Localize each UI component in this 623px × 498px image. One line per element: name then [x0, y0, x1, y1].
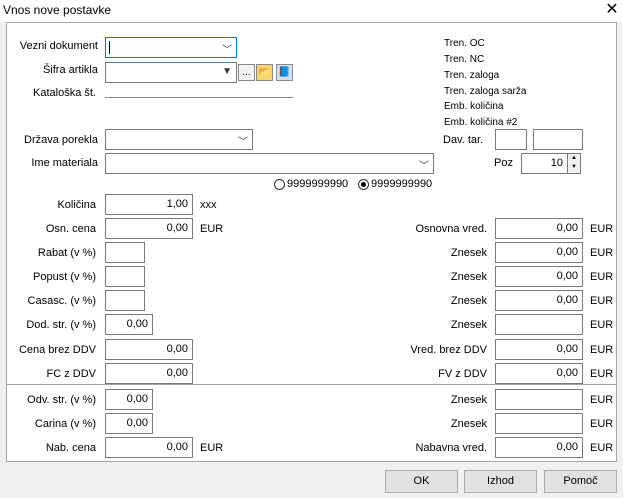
- popust-input[interactable]: [105, 266, 145, 287]
- osn-cena-input[interactable]: 0,00: [105, 218, 193, 239]
- osnovna-vred-label: Osnovna vred.: [415, 223, 487, 235]
- section-divider: [7, 384, 616, 385]
- nab-cena-unit: EUR: [200, 442, 224, 454]
- znesek-casasc-label: Znesek: [450, 295, 487, 307]
- znesek-dod-unit: EUR: [590, 319, 614, 331]
- znesek-carina-label: Znesek: [450, 418, 487, 430]
- znesek-odv-input[interactable]: [495, 389, 583, 410]
- close-icon[interactable]: ✕: [603, 1, 621, 19]
- tren-oc-label: Tren. OC: [444, 38, 485, 49]
- tren-nc-label: Tren. NC: [444, 54, 485, 65]
- poz-label: Poz: [494, 157, 513, 169]
- tren-zaloga-label: Tren. zaloga: [444, 70, 500, 81]
- window-title: Vnos nove postavke: [3, 3, 112, 17]
- vezni-dokument-combo[interactable]: ﹀: [105, 37, 237, 58]
- chevron-down-icon[interactable]: ﹀: [419, 157, 429, 172]
- tren-zaloga-sarza-label: Tren. zaloga sarža: [444, 86, 527, 97]
- izhod-button[interactable]: Izhod: [464, 470, 537, 493]
- vezni-dokument-label: Vezni dokument: [19, 40, 98, 52]
- radio-option-2-label: 9999999990: [371, 178, 433, 190]
- kolicina-unit: xxx: [200, 199, 217, 211]
- emb-kolicina2-label: Emb. količina #2: [444, 117, 518, 128]
- nabavna-vred-input[interactable]: 0,00: [495, 437, 583, 458]
- osnovna-vred-unit: EUR: [590, 223, 614, 235]
- znesek-rabat-unit: EUR: [590, 247, 614, 259]
- vred-brez-unit: EUR: [590, 344, 614, 356]
- osn-cena-unit: EUR: [200, 223, 224, 235]
- dav-tar-input-1[interactable]: [495, 129, 527, 150]
- open-folder-icon[interactable]: 📂: [256, 64, 273, 81]
- znesek-odv-label: Znesek: [450, 394, 487, 406]
- znesek-popust-label: Znesek: [450, 271, 487, 283]
- dav-tar-label: Dav. tar.: [443, 134, 484, 146]
- znesek-dod-label: Znesek: [450, 319, 487, 331]
- odv-str-label: Odv. str. (v %): [27, 394, 96, 406]
- sifra-artikla-label: Šifra artikla: [42, 64, 98, 76]
- znesek-carina-input[interactable]: [495, 413, 583, 434]
- drzava-label: Država porekla: [24, 134, 98, 146]
- chevron-down-icon[interactable]: ﹀: [238, 133, 248, 148]
- cena-brez-input[interactable]: 0,00: [105, 339, 193, 360]
- znesek-dod-input[interactable]: [495, 314, 583, 335]
- drzava-combo[interactable]: ﹀: [105, 129, 253, 150]
- dav-tar-input-2[interactable]: [533, 129, 583, 150]
- fv-label: FV z DDV: [438, 368, 487, 380]
- rabat-input[interactable]: [105, 242, 145, 263]
- ime-materiala-label: Ime materiala: [31, 157, 98, 169]
- fv-unit: EUR: [590, 368, 614, 380]
- kolicina-input[interactable]: 1,00: [105, 194, 193, 215]
- sifra-artikla-combo[interactable]: ▼: [105, 62, 237, 83]
- nab-cena-label: Nab. cena: [45, 442, 96, 454]
- znesek-odv-unit: EUR: [590, 394, 614, 406]
- osn-cena-label: Osn. cena: [45, 223, 96, 235]
- osnovna-vred-input[interactable]: 0,00: [495, 218, 583, 239]
- znesek-rabat-label: Znesek: [450, 247, 487, 259]
- emb-kolicina-label: Emb. količina: [444, 101, 504, 112]
- kataloska-field[interactable]: [105, 97, 293, 98]
- znesek-popust-unit: EUR: [590, 271, 614, 283]
- casasc-input[interactable]: [105, 290, 145, 311]
- znesek-carina-unit: EUR: [590, 418, 614, 430]
- kataloska-label: Kataloška št.: [33, 87, 96, 99]
- nabavna-vred-label: Nabavna vred.: [415, 442, 487, 454]
- znesek-rabat-input[interactable]: 0,00: [495, 242, 583, 263]
- radio-option-1[interactable]: [274, 179, 285, 190]
- radio-option-2[interactable]: [358, 179, 369, 190]
- znesek-casasc-unit: EUR: [590, 295, 614, 307]
- book-icon[interactable]: 📘: [276, 64, 293, 81]
- carina-input[interactable]: 0,00: [105, 413, 153, 434]
- carina-label: Carina (v %): [34, 418, 96, 430]
- popust-label: Popust (v %): [33, 271, 96, 283]
- dod-str-input[interactable]: 0,00: [105, 314, 153, 335]
- fv-input[interactable]: 0,00: [495, 363, 583, 384]
- nabavna-vred-unit: EUR: [590, 442, 614, 454]
- dropdown-arrow-icon[interactable]: ▼: [222, 66, 232, 77]
- znesek-popust-input[interactable]: 0,00: [495, 266, 583, 287]
- odv-str-input[interactable]: 0,00: [105, 389, 153, 410]
- chevron-down-icon[interactable]: ﹀: [222, 41, 232, 56]
- casasc-label: Casasc. (v %): [27, 295, 96, 307]
- fc-input[interactable]: 0,00: [105, 363, 193, 384]
- vred-brez-input[interactable]: 0,00: [495, 339, 583, 360]
- fc-label: FC z DDV: [46, 368, 97, 380]
- vred-brez-label: Vred. brez DDV: [410, 344, 487, 356]
- znesek-casasc-input[interactable]: 0,00: [495, 290, 583, 311]
- poz-spinner[interactable]: ▲ ▼: [567, 153, 581, 174]
- rabat-label: Rabat (v %): [37, 247, 96, 259]
- radio-option-1-label: 9999999990: [287, 178, 349, 190]
- cena-brez-label: Cena brez DDV: [18, 344, 96, 356]
- dod-str-label: Dod. str. (v %): [26, 319, 96, 331]
- ok-button[interactable]: OK: [385, 470, 458, 493]
- pomoc-button[interactable]: Pomoč: [544, 470, 617, 493]
- poz-input[interactable]: 10: [521, 153, 568, 174]
- lookup-button[interactable]: ...: [238, 64, 255, 81]
- nab-cena-input[interactable]: 0,00: [105, 437, 193, 458]
- text-caret: [109, 41, 110, 54]
- ime-materiala-combo[interactable]: ﹀: [105, 153, 434, 174]
- kolicina-label: Količina: [57, 199, 96, 211]
